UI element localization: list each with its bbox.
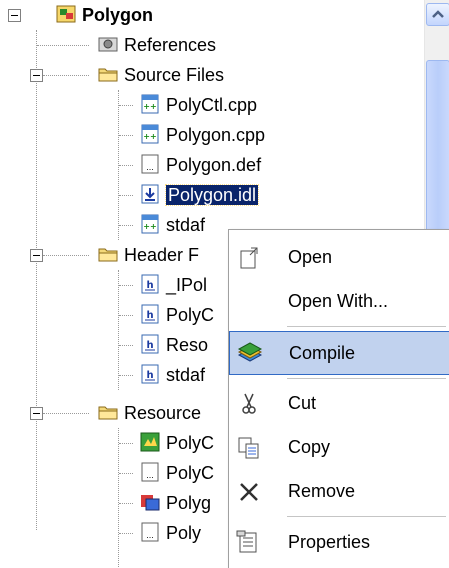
tree-guide-line <box>119 375 133 376</box>
tree-item-label: PolyC <box>166 433 215 453</box>
menu-item-cut[interactable]: Cut <box>229 382 449 426</box>
scissors-icon <box>242 393 256 414</box>
menu-item-remove[interactable]: Remove <box>229 470 449 514</box>
tree-item-label: Source Files <box>124 65 225 85</box>
project-icon <box>55 3 77 25</box>
cpp-file-icon <box>139 93 161 115</box>
tree-item-file[interactable]: PolyCtl.cpp <box>0 90 424 120</box>
tree-guide-line <box>37 45 89 46</box>
tree-guide-line <box>119 285 133 286</box>
tree-item-label: stdaf <box>166 215 206 235</box>
folder-icon <box>97 401 119 423</box>
collapse-toggle[interactable] <box>30 69 43 82</box>
header-file-icon <box>139 333 161 355</box>
references-icon <box>97 33 119 55</box>
menu-item-open-with[interactable]: Open With... <box>229 280 449 324</box>
tree-item-label: Polygon.idl <box>164 184 260 206</box>
menu-item-label: Remove <box>288 481 356 501</box>
scroll-up-button[interactable] <box>426 3 449 26</box>
tree-guide-line <box>119 195 133 196</box>
def-file-icon <box>139 521 161 543</box>
folder-icon <box>97 243 119 265</box>
compile-icon <box>237 342 263 362</box>
tree-guide-line <box>119 503 133 504</box>
folder-icon <box>97 63 119 85</box>
tree-item-label: Reso <box>166 335 209 355</box>
properties-icon <box>236 530 257 553</box>
tree-guide-line <box>119 443 133 444</box>
menu-separator <box>287 516 446 517</box>
menu-separator <box>287 378 446 379</box>
tree-item-label: Polygon.cpp <box>166 125 266 145</box>
tree-item-label: Poly <box>166 523 202 543</box>
context-menu: Open Open With... Compile Cut Copy Remov… <box>228 229 449 568</box>
collapse-toggle[interactable] <box>8 9 21 22</box>
tree-guide-line <box>43 75 89 76</box>
tree-guide-line <box>43 413 89 414</box>
tree-item-source-files[interactable]: Source Files <box>0 60 424 90</box>
tree-item-label: PolyCtl.cpp <box>166 95 258 115</box>
idl-file-icon <box>139 183 161 205</box>
tree-item-label: References <box>124 35 217 55</box>
tree-item-file-selected[interactable]: Polygon.idl <box>0 180 424 210</box>
remove-x-icon <box>240 483 258 501</box>
menu-item-label: Copy <box>288 437 331 457</box>
tree-guide-line <box>119 473 133 474</box>
tree-item-label: PolyC <box>166 463 215 483</box>
tree-item-label: _IPol <box>166 275 208 295</box>
tree-item-polygon-project[interactable]: Polygon <box>0 0 424 30</box>
tree-item-label: Polygon <box>82 5 153 25</box>
open-icon <box>240 247 258 269</box>
tree-item-label: Polygon.def <box>166 155 262 175</box>
header-file-icon <box>139 363 161 385</box>
menu-separator <box>287 326 446 327</box>
tree-item-references[interactable]: References <box>0 30 424 60</box>
collapse-toggle[interactable] <box>30 407 43 420</box>
menu-item-label: Cut <box>288 393 317 413</box>
def-file-icon <box>139 153 161 175</box>
menu-item-properties[interactable]: Properties <box>229 521 449 565</box>
copy-icon <box>238 437 259 459</box>
tree-guide-line <box>43 255 89 256</box>
tree-guide-line <box>119 315 133 316</box>
dialog-resource-icon <box>139 491 161 513</box>
collapse-toggle[interactable] <box>30 249 43 262</box>
tree-item-label: Polyg <box>166 493 212 513</box>
tree-item-label: PolyC <box>166 305 215 325</box>
tree-item-label: Resource <box>124 403 202 423</box>
tree-item-label: Header F <box>124 245 200 265</box>
chevron-up-icon <box>432 10 444 18</box>
menu-item-label: Properties <box>288 532 371 552</box>
tree-guide-line <box>119 165 133 166</box>
tree-guide-line <box>119 105 133 106</box>
menu-item-copy[interactable]: Copy <box>229 426 449 470</box>
cpp-file-icon <box>139 123 161 145</box>
tree-guide-line <box>119 345 133 346</box>
def-file-icon <box>139 461 161 483</box>
cpp-file-icon <box>139 213 161 235</box>
tree-guide-line <box>119 533 133 534</box>
menu-item-label: Compile <box>289 343 356 363</box>
header-file-icon <box>139 273 161 295</box>
header-file-icon <box>139 303 161 325</box>
menu-item-compile[interactable]: Compile <box>229 331 449 375</box>
tree-item-label: stdaf <box>166 365 206 385</box>
tree-guide-line <box>119 225 133 226</box>
tree-item-file[interactable]: Polygon.cpp <box>0 120 424 150</box>
tree-guide-line <box>119 135 133 136</box>
menu-item-open[interactable]: Open <box>229 236 449 280</box>
menu-item-label: Open <box>288 247 333 267</box>
tree-item-file[interactable]: Polygon.def <box>0 150 424 180</box>
menu-item-label: Open With... <box>288 291 389 311</box>
bitmap-resource-icon <box>139 431 161 453</box>
